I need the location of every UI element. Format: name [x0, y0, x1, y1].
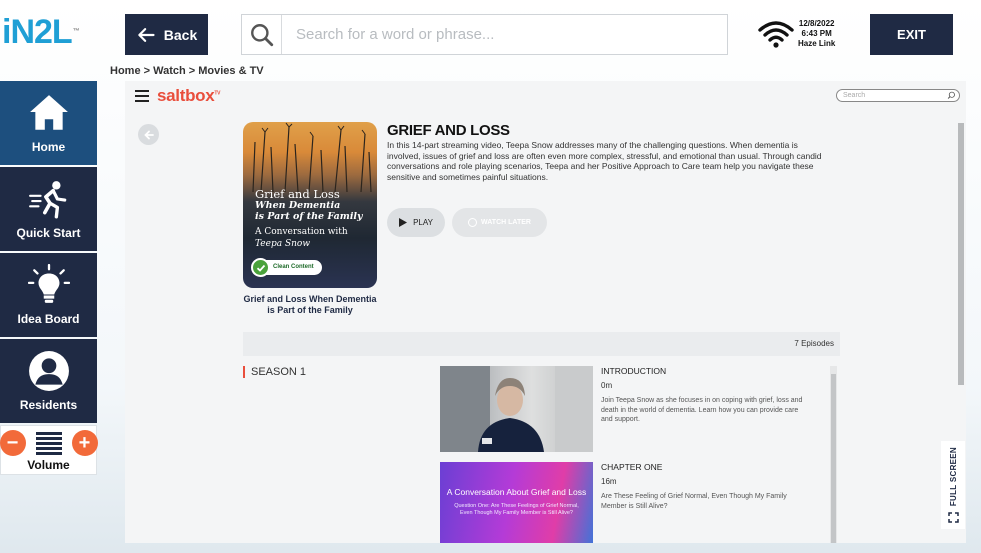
- exit-button[interactable]: EXIT: [870, 14, 953, 55]
- episode-duration: 16m: [601, 477, 617, 486]
- scrollbar-thumb[interactable]: [831, 374, 836, 543]
- badge-label: Clean Content: [273, 264, 314, 270]
- full-screen-label: FULL SCREEN: [948, 446, 958, 506]
- episode-duration: 0m: [601, 381, 613, 390]
- status-network: Haze Link: [798, 39, 836, 48]
- episode-title[interactable]: CHAPTER ONE: [601, 462, 811, 472]
- search-bar: [241, 14, 728, 55]
- episode-thumbnail[interactable]: A Conversation About Grief and Loss Ques…: [440, 462, 593, 543]
- poster-caption: Grief and Loss When Dementia is Part of …: [243, 294, 377, 315]
- logo-text: iN2L: [2, 13, 73, 51]
- thumbnail-subtitle: Question One: Are These Feelings of Grie…: [454, 503, 579, 516]
- sidebar-item-idea-board[interactable]: Idea Board: [0, 253, 97, 337]
- clock-icon: [468, 218, 478, 227]
- episode-info: CHAPTER ONE 16m Are These Feeling of Gri…: [601, 462, 811, 511]
- sidebar-item-residents[interactable]: Residents: [0, 339, 97, 423]
- back-button[interactable]: Back: [125, 14, 208, 55]
- season-label[interactable]: SEASON 1: [243, 366, 306, 378]
- presenter-video-frame: [440, 366, 593, 452]
- saltbox-search-input[interactable]: Search: [836, 89, 960, 102]
- episodes-count: 7 Episodes: [243, 332, 840, 356]
- brand-text: saltbox: [157, 86, 215, 105]
- back-arrow-button[interactable]: [138, 124, 159, 145]
- arrow-left-icon: [138, 27, 155, 42]
- sidebar-item-home[interactable]: Home: [0, 81, 97, 165]
- status-time: 6:43 PM: [801, 29, 832, 38]
- episode-info: INTRODUCTION 0m Join Teepa Snow as she f…: [601, 366, 811, 425]
- sidebar-item-label: Quick Start: [16, 226, 81, 240]
- watch-later-label: WATCH LATER: [481, 219, 531, 226]
- expand-icon: [947, 512, 959, 523]
- episode-summary: Join Teepa Snow as she focuses in on cop…: [601, 397, 803, 423]
- poster-title-line1: Grief and Loss: [255, 187, 340, 201]
- home-icon: [29, 95, 68, 130]
- sidebar-item-label: Residents: [19, 398, 78, 412]
- status-date: 12/8/2022: [798, 19, 835, 28]
- poster-presenter: Teepa Snow: [255, 239, 311, 249]
- volume-control: − + Volume: [0, 425, 98, 475]
- status-area: 12/8/2022 6:43 PM Haze Link: [758, 16, 848, 52]
- back-label: Back: [163, 26, 198, 43]
- play-icon: [399, 218, 408, 227]
- sidebar-item-quick-start[interactable]: Quick Start: [0, 167, 97, 251]
- saltbox-header: saltboxTV Search: [125, 81, 966, 111]
- saltbox-frame: saltboxTV Search Grief and Loss When Dem…: [125, 81, 966, 543]
- poster-title-line3: is Part of the Family: [255, 211, 363, 222]
- search-icon: [947, 91, 955, 99]
- saltbox-logo: saltboxTV: [157, 86, 221, 106]
- scrollbar-thumb[interactable]: [958, 123, 964, 385]
- sidebar-item-label: Home: [31, 140, 66, 154]
- breadcrumb: Home > Watch > Movies & TV: [110, 65, 264, 77]
- full-screen-button[interactable]: FULL SCREEN: [941, 441, 965, 529]
- search-icon[interactable]: [242, 15, 282, 54]
- in2l-logo: iN2L™: [2, 13, 80, 51]
- episode-list-scrollbar[interactable]: [830, 366, 837, 543]
- search-input[interactable]: [282, 15, 727, 54]
- play-label: PLAY: [413, 218, 433, 227]
- show-title: GRIEF AND LOSS: [387, 122, 510, 139]
- sidebar: Home Quick Start Idea Board Residents −: [0, 81, 98, 475]
- episode-thumbnail[interactable]: [440, 366, 593, 452]
- volume-down-button[interactable]: −: [0, 430, 26, 456]
- wifi-icon: [758, 21, 794, 48]
- episode-summary: Are These Feeling of Grief Normal, Even …: [601, 493, 787, 510]
- play-button[interactable]: PLAY: [387, 208, 445, 237]
- show-description: In this 14-part streaming video, Teepa S…: [387, 140, 822, 182]
- volume-label: Volume: [27, 458, 70, 472]
- sidebar-item-label: Idea Board: [17, 312, 80, 326]
- thumbnail-title: A Conversation About Grief and Loss: [446, 487, 587, 497]
- saltbox-search-placeholder: Search: [843, 92, 866, 99]
- person-icon: [28, 351, 69, 391]
- episode-title[interactable]: INTRODUCTION: [601, 366, 811, 376]
- arrow-left-icon: [143, 130, 154, 139]
- show-poster[interactable]: Grief and Loss When Dementia is Part of …: [243, 122, 377, 288]
- lightbulb-icon: [27, 264, 70, 303]
- poster-subtitle: A Conversation with: [255, 227, 348, 237]
- volume-up-button[interactable]: +: [71, 430, 98, 456]
- menu-icon[interactable]: [135, 90, 149, 102]
- watch-later-button[interactable]: WATCH LATER: [452, 208, 547, 237]
- brand-mark: TV: [214, 90, 221, 97]
- poster-title: Grief and Loss When Dementia is Part of …: [255, 188, 371, 250]
- clean-content-badge: Clean Content: [251, 258, 322, 277]
- check-icon: [251, 258, 270, 277]
- poster-title-line2: When Dementia: [255, 200, 341, 211]
- poster-grass-image: [252, 122, 372, 192]
- volume-level-icon: [35, 431, 62, 455]
- running-person-icon: [28, 181, 66, 219]
